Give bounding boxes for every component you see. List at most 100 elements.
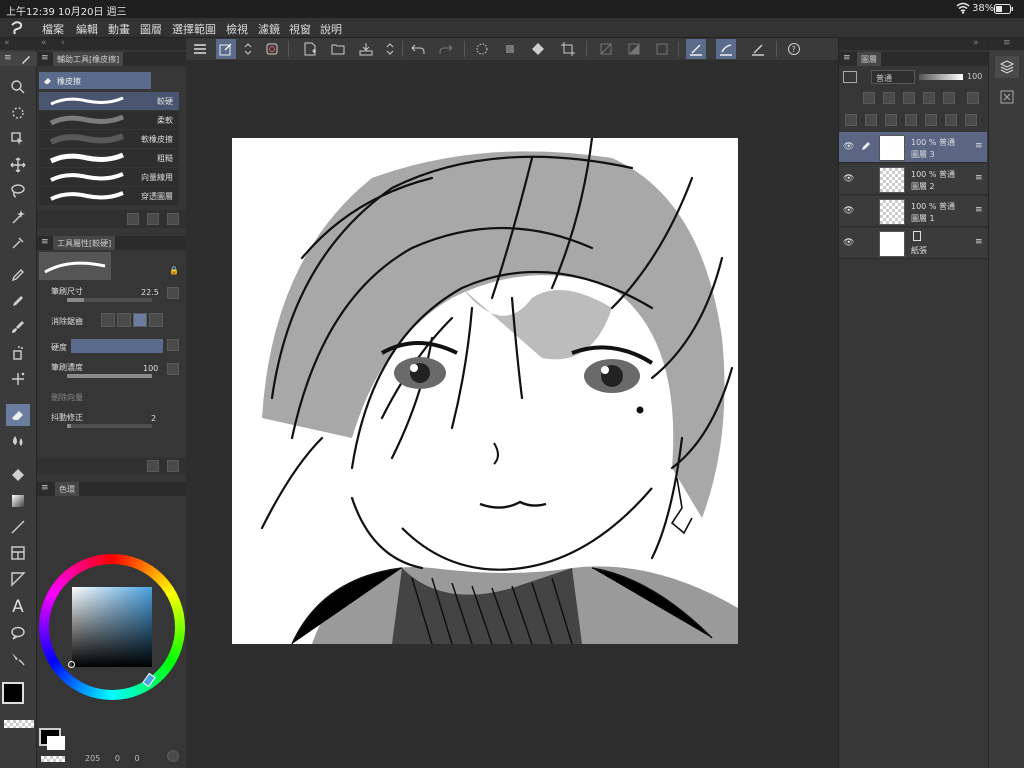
- brush-size-down-icon[interactable]: [167, 287, 179, 299]
- density-slider[interactable]: [67, 374, 152, 378]
- wrench-icon[interactable]: [167, 460, 179, 472]
- menu-animation[interactable]: 動畫: [108, 21, 130, 37]
- new-folder-icon[interactable]: [885, 114, 897, 126]
- eye-icon[interactable]: 👁: [843, 206, 854, 216]
- brush-item-vector[interactable]: 向量線用: [39, 168, 179, 186]
- stabilization-value[interactable]: 2: [151, 414, 156, 423]
- clip-layer-icon[interactable]: [863, 92, 875, 104]
- arrow-left-icon[interactable]: ‹: [61, 38, 65, 48]
- ruler-icon[interactable]: [6, 568, 30, 590]
- menu-lines-icon[interactable]: ≡: [41, 237, 49, 247]
- menu-edit[interactable]: 編輯: [76, 21, 98, 37]
- drag-handle-icon[interactable]: ≡: [975, 173, 983, 183]
- help-icon[interactable]: ?: [784, 39, 804, 59]
- transform-icon[interactable]: [500, 39, 520, 59]
- layer-row-paper[interactable]: 👁 紙張 ≡: [839, 228, 987, 259]
- sub-color-mini[interactable]: [47, 736, 65, 750]
- stabilization-slider[interactable]: [67, 424, 152, 428]
- subtool-tab[interactable]: 輔助工具[橡皮擦]: [53, 52, 124, 66]
- selection-frame-icon[interactable]: [652, 39, 672, 59]
- eye-icon[interactable]: 👁: [843, 238, 854, 248]
- crop-icon[interactable]: [558, 39, 578, 59]
- main-color-swatch[interactable]: [2, 682, 24, 704]
- merge-down-icon[interactable]: [925, 114, 937, 126]
- settings-icon[interactable]: [147, 460, 159, 472]
- invert-selection-icon[interactable]: [624, 39, 644, 59]
- magic-wand-icon[interactable]: [6, 206, 30, 228]
- fill-icon[interactable]: [6, 464, 30, 486]
- lock-transparency-icon[interactable]: [923, 92, 935, 104]
- pencil-icon[interactable]: [6, 290, 30, 312]
- download-icon[interactable]: [127, 213, 139, 225]
- mask-enable-icon[interactable]: [943, 92, 955, 104]
- zoom-icon[interactable]: [6, 76, 30, 98]
- gradient-icon[interactable]: [6, 490, 30, 512]
- balloon-icon[interactable]: [6, 622, 30, 644]
- menu-layer[interactable]: 圖層: [140, 21, 162, 37]
- new-file-icon[interactable]: [300, 39, 320, 59]
- antialias-medium[interactable]: [133, 313, 147, 327]
- menu-lines-icon[interactable]: ≡: [41, 483, 49, 493]
- drawing-canvas[interactable]: [232, 138, 738, 644]
- ruler-display-icon[interactable]: [967, 92, 979, 104]
- app-logo-icon[interactable]: [8, 19, 26, 37]
- menu-file[interactable]: 檔案: [42, 21, 64, 37]
- lock-icon[interactable]: 🔒: [169, 266, 179, 275]
- line-icon[interactable]: [6, 516, 30, 538]
- brush-size-value[interactable]: 22.5: [141, 288, 159, 297]
- color-picker-cursor[interactable]: [68, 661, 75, 668]
- open-folder-icon[interactable]: [328, 39, 348, 59]
- drag-handle-icon[interactable]: ≡: [975, 141, 983, 151]
- transparent-mini[interactable]: [41, 756, 65, 762]
- collapse-icon[interactable]: «: [41, 38, 47, 48]
- menu-selection[interactable]: 選擇範圍: [172, 21, 216, 37]
- layer-row-3[interactable]: 👁 100 % 普通 圖層 3 ≡: [839, 132, 987, 163]
- frame-icon[interactable]: [6, 542, 30, 564]
- loading-icon[interactable]: [472, 39, 492, 59]
- layer-opacity-slider[interactable]: [919, 74, 963, 80]
- fill-bucket-icon[interactable]: [528, 39, 548, 59]
- menu-lines-icon[interactable]: ≡: [41, 53, 49, 63]
- blend-mode-select[interactable]: 普通: [871, 70, 915, 84]
- quick-access-icon[interactable]: [216, 39, 236, 59]
- redo-icon[interactable]: [436, 39, 456, 59]
- menu-window[interactable]: 視窗: [289, 21, 311, 37]
- layers-icon[interactable]: [995, 56, 1019, 78]
- blend-icon[interactable]: [6, 430, 30, 452]
- companion-icon[interactable]: [262, 39, 282, 59]
- eye-icon[interactable]: 👁: [843, 142, 854, 152]
- layer-row-1[interactable]: 👁 100 % 普通 圖層 1 ≡: [839, 196, 987, 227]
- antialias-none[interactable]: [101, 313, 115, 327]
- trash-icon[interactable]: [167, 213, 179, 225]
- layer-row-2[interactable]: 👁 100 % 普通 圖層 2 ≡: [839, 164, 987, 195]
- eyedropper-icon[interactable]: [6, 232, 30, 254]
- transfer-down-icon[interactable]: [905, 114, 917, 126]
- pen-tab-icon[interactable]: [20, 53, 32, 65]
- layer-tab[interactable]: 圖層: [857, 52, 881, 66]
- layer-opacity-value[interactable]: 100: [967, 72, 982, 81]
- menu-filter[interactable]: 濾鏡: [258, 21, 280, 37]
- density-pressure-icon[interactable]: [167, 363, 179, 375]
- delete-layer-icon[interactable]: [965, 114, 977, 126]
- chevron-updown-icon[interactable]: [238, 39, 258, 59]
- menu-lines-icon[interactable]: [190, 39, 210, 59]
- navigator-icon[interactable]: [995, 86, 1019, 108]
- brush-item-rough[interactable]: 粗糙: [39, 149, 179, 167]
- reference-layer-icon[interactable]: [883, 92, 895, 104]
- snap-special-ruler-icon[interactable]: [716, 39, 736, 59]
- correct-line-icon[interactable]: [6, 648, 30, 670]
- snap-grid-icon[interactable]: [748, 39, 768, 59]
- menu-lines-icon[interactable]: ≡: [843, 53, 851, 63]
- vector-erase-label[interactable]: 刪除向量: [51, 392, 83, 403]
- pen-layer-icon[interactable]: [861, 141, 871, 151]
- transparent-color-swatch[interactable]: [4, 720, 34, 728]
- menu-lines-icon[interactable]: ≡: [1003, 38, 1011, 48]
- color-wheel-tab[interactable]: 色環: [55, 482, 79, 496]
- move-icon[interactable]: [6, 154, 30, 176]
- airbrush-icon[interactable]: [6, 342, 30, 364]
- snap-ruler-icon[interactable]: [686, 39, 706, 59]
- pen-icon[interactable]: [6, 264, 30, 286]
- collapse-icon[interactable]: »: [973, 38, 979, 48]
- brush-item-soft[interactable]: 柔軟: [39, 111, 179, 129]
- drag-handle-icon[interactable]: ≡: [975, 205, 983, 215]
